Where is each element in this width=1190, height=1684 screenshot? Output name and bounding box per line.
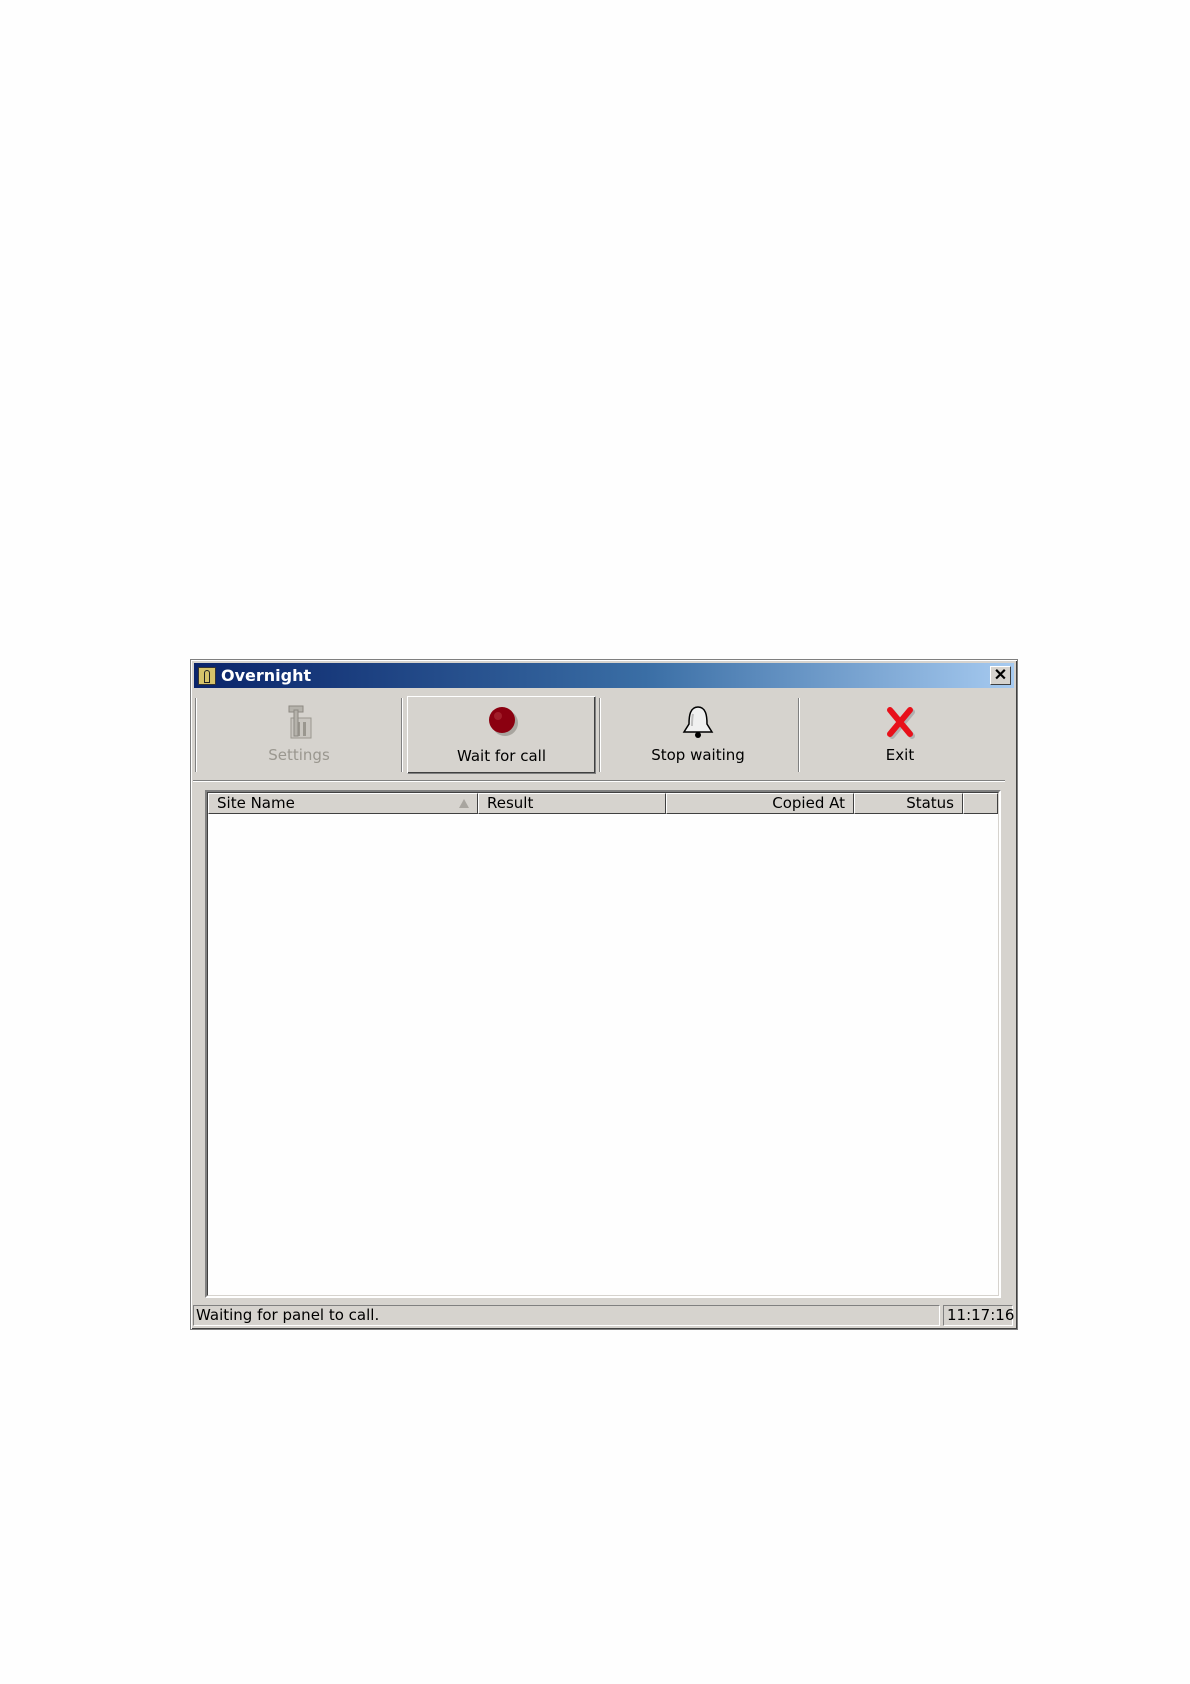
column-header-label: Result [487,794,534,812]
list-header: Site Name Result Copied At Status [208,793,998,814]
column-header-label: Status [906,794,954,812]
column-header-result[interactable]: Result [478,793,666,814]
exit-button[interactable]: Exit [802,696,998,774]
title-bar[interactable]: Overnight ✕ [194,663,1014,688]
stop-waiting-button[interactable]: Stop waiting [603,696,793,774]
toolbar-separator [798,698,800,772]
sort-ascending-icon [459,799,469,808]
status-time: 11:17:16 [943,1305,1014,1326]
bell-icon [682,706,714,738]
exit-label: Exit [885,746,915,764]
site-list-body: Site Name Result Copied At Status [207,792,999,1296]
window-title: Overnight [221,666,312,685]
status-bar: Waiting for panel to call. 11:17:16 [193,1303,1015,1327]
toolbar-separator [599,698,601,772]
wait-for-call-button[interactable]: Wait for call [407,696,596,774]
column-header-filler [963,793,998,814]
app-icon [198,666,216,685]
toolbar-separator [401,698,403,772]
settings-tools-icon [288,705,312,739]
settings-button[interactable]: Settings [199,696,399,774]
settings-label: Settings [268,746,330,764]
site-list[interactable]: Site Name Result Copied At Status [205,790,1001,1298]
red-x-icon [887,707,915,739]
column-header-label: Site Name [217,794,295,812]
overnight-window: Overnight ✕ Settings Wait for call Stop … [190,659,1018,1330]
column-header-status[interactable]: Status [854,793,963,814]
status-message: Waiting for panel to call. [193,1305,940,1326]
toolbar-divider [193,780,1005,782]
toolbar-separator [195,698,197,772]
column-header-site-name[interactable]: Site Name [208,793,478,814]
wait-for-call-label: Wait for call [456,747,547,765]
red-record-icon [488,707,518,736]
toolbar: Settings Wait for call Stop waiting Exit [195,693,1003,778]
column-header-label: Copied At [772,794,845,812]
column-header-copied-at[interactable]: Copied At [666,793,854,814]
stop-waiting-label: Stop waiting [651,746,745,764]
close-button[interactable]: ✕ [990,666,1011,685]
